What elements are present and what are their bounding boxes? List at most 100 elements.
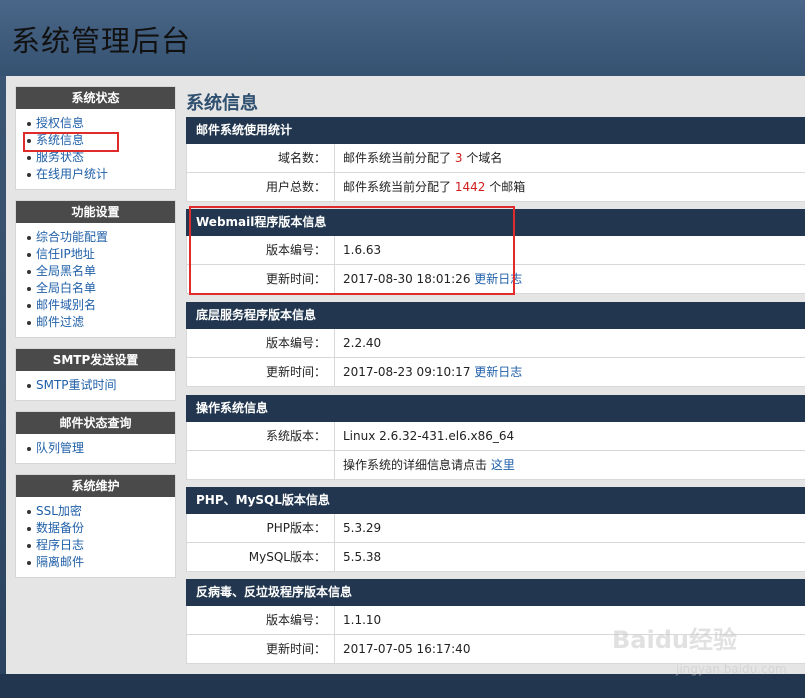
- table-row: 版本编号： 1.6.63: [186, 236, 805, 265]
- sidebar-group-maintenance: 系统维护 SSL加密 数据备份 程序日志 隔离邮件: [15, 474, 176, 578]
- page-title: 系统信息: [186, 93, 258, 114]
- os-detail-link[interactable]: 这里: [491, 458, 515, 472]
- section-header-backend: 底层服务程序版本信息: [186, 302, 805, 329]
- row-label: 系统版本：: [187, 422, 335, 450]
- table-row: 用户总数： 邮件系统当前分配了 1442 个邮箱: [186, 173, 805, 202]
- sidebar-item[interactable]: 隔离邮件: [27, 554, 175, 571]
- sidebar-item[interactable]: 综合功能配置: [27, 229, 175, 246]
- section-header-webmail: Webmail程序版本信息: [186, 209, 805, 236]
- sidebar-group-smtp: SMTP发送设置 SMTP重试时间: [15, 348, 176, 401]
- row-value: 邮件系统当前分配了 3 个域名: [343, 144, 502, 172]
- row-value: 5.3.29: [343, 521, 382, 535]
- row-label: PHP版本：: [187, 514, 335, 542]
- sidebar-item[interactable]: 授权信息: [27, 115, 175, 132]
- sidebar-item[interactable]: 信任IP地址: [27, 246, 175, 263]
- row-label: 更新时间：: [187, 358, 335, 386]
- sidebar-link-ssl[interactable]: SSL加密: [36, 504, 82, 518]
- table-row: MySQL版本： 5.5.38: [186, 543, 805, 572]
- users-suffix: 个邮箱: [489, 180, 526, 194]
- domains-count: 3: [454, 151, 463, 165]
- table-row: 更新时间： 2017-08-23 09:10:17 更新日志: [186, 358, 805, 387]
- row-value: 5.5.38: [343, 550, 382, 564]
- update-time: 2017-08-23 09:10:17: [343, 365, 471, 379]
- row-label: 域名数：: [187, 144, 335, 172]
- sidebar-link-system-info[interactable]: 系统信息: [36, 133, 84, 147]
- table-row: 更新时间： 2017-08-30 18:01:26 更新日志: [186, 265, 805, 294]
- sidebar-group-mail-query: 邮件状态查询 队列管理: [15, 411, 176, 464]
- footer-bar: [0, 674, 805, 698]
- sidebar-link-license[interactable]: 授权信息: [36, 116, 84, 130]
- sidebar-group-system-status: 系统状态 授权信息 系统信息 服务状态 在线用户统计: [15, 86, 176, 190]
- app-title: 系统管理后台: [11, 24, 192, 58]
- sidebar-item[interactable]: 程序日志: [27, 537, 175, 554]
- sidebar-item[interactable]: SSL加密: [27, 503, 175, 520]
- row-value: 2.2.40: [343, 336, 382, 350]
- app-header: 系统管理后台: [0, 0, 805, 76]
- row-value: 1.6.63: [343, 243, 382, 257]
- sidebar-item[interactable]: 全局白名单: [27, 280, 175, 297]
- table-row: 操作系统的详细信息请点击 这里: [186, 451, 805, 480]
- row-label: 版本编号：: [187, 329, 335, 357]
- users-count: 1442: [454, 180, 486, 194]
- sidebar-link-service-status[interactable]: 服务状态: [36, 150, 84, 164]
- table-row: 版本编号： 2.2.40: [186, 329, 805, 358]
- sidebar-link-queue[interactable]: 队列管理: [36, 441, 84, 455]
- changelog-link[interactable]: 更新日志: [474, 365, 522, 379]
- users-prefix: 邮件系统当前分配了: [343, 180, 452, 194]
- sidebar-link-backup[interactable]: 数据备份: [36, 521, 84, 535]
- section-header-os: 操作系统信息: [186, 395, 805, 422]
- sidebar-link-online-users[interactable]: 在线用户统计: [36, 167, 108, 181]
- table-row: PHP版本： 5.3.29: [186, 514, 805, 543]
- row-value: Linux 2.6.32-431.el6.x86_64: [343, 429, 515, 443]
- sidebar-item[interactable]: 服务状态: [27, 149, 175, 166]
- sidebar-link-domain-alias[interactable]: 邮件域别名: [36, 298, 96, 312]
- sidebar-item[interactable]: 在线用户统计: [27, 166, 175, 183]
- watermark-url: jingyan.baidu.com: [676, 662, 787, 676]
- sidebar-link-general-config[interactable]: 综合功能配置: [36, 230, 108, 244]
- row-value: 2017-07-05 16:17:40: [343, 642, 471, 656]
- sidebar-link-program-log[interactable]: 程序日志: [36, 538, 84, 552]
- sidebar-group-function-settings: 功能设置 综合功能配置 信任IP地址 全局黑名单 全局白名单 邮件域别名 邮件过…: [15, 200, 176, 338]
- sidebar-item[interactable]: 邮件域别名: [27, 297, 175, 314]
- sidebar-link-global-whitelist[interactable]: 全局白名单: [36, 281, 96, 295]
- row-label: 更新时间：: [187, 635, 335, 663]
- sidebar-group-title: 邮件状态查询: [16, 412, 175, 434]
- table-row: 系统版本： Linux 2.6.32-431.el6.x86_64: [186, 422, 805, 451]
- os-detail-text: 操作系统的详细信息请点击: [343, 458, 488, 472]
- domains-prefix: 邮件系统当前分配了: [343, 151, 452, 165]
- row-value: 操作系统的详细信息请点击 这里: [343, 451, 515, 479]
- sidebar-link-global-blacklist[interactable]: 全局黑名单: [36, 264, 96, 278]
- section-header-mail-usage: 邮件系统使用统计: [186, 117, 805, 144]
- sidebar-link-trusted-ip[interactable]: 信任IP地址: [36, 247, 95, 261]
- sidebar-item[interactable]: 队列管理: [27, 440, 175, 457]
- domains-suffix: 个域名: [466, 151, 503, 165]
- sidebar-group-title: 系统维护: [16, 475, 175, 497]
- sidebar-item[interactable]: SMTP重试时间: [27, 377, 175, 394]
- row-label: MySQL版本：: [187, 543, 335, 571]
- sidebar-item[interactable]: 系统信息: [27, 132, 175, 149]
- row-value: 2017-08-23 09:10:17 更新日志: [343, 358, 522, 386]
- row-label: 更新时间：: [187, 265, 335, 293]
- row-value: 邮件系统当前分配了 1442 个邮箱: [343, 173, 525, 201]
- sidebar-item[interactable]: 全局黑名单: [27, 263, 175, 280]
- row-value: 1.1.10: [343, 613, 382, 627]
- sidebar-item[interactable]: 邮件过滤: [27, 314, 175, 331]
- sidebar-group-title: 功能设置: [16, 201, 175, 223]
- section-header-antivirus: 反病毒、反垃圾程序版本信息: [186, 579, 805, 606]
- row-label: 版本编号：: [187, 236, 335, 264]
- sidebar-group-title: SMTP发送设置: [16, 349, 175, 371]
- row-label: 用户总数：: [187, 173, 335, 201]
- sidebar-link-quarantine[interactable]: 隔离邮件: [36, 555, 84, 569]
- update-time: 2017-08-30 18:01:26: [343, 272, 471, 286]
- sidebar-link-mail-filter[interactable]: 邮件过滤: [36, 315, 84, 329]
- sidebar-group-title: 系统状态: [16, 87, 175, 109]
- row-label: [187, 451, 335, 479]
- row-label: 版本编号：: [187, 606, 335, 634]
- watermark-logo: Baidu经验: [612, 626, 737, 654]
- sidebar-item[interactable]: 数据备份: [27, 520, 175, 537]
- table-row: 域名数： 邮件系统当前分配了 3 个域名: [186, 144, 805, 173]
- section-header-php-mysql: PHP、MySQL版本信息: [186, 487, 805, 514]
- changelog-link[interactable]: 更新日志: [474, 272, 522, 286]
- row-value: 2017-08-30 18:01:26 更新日志: [343, 265, 522, 293]
- sidebar-link-smtp-retry[interactable]: SMTP重试时间: [36, 378, 117, 392]
